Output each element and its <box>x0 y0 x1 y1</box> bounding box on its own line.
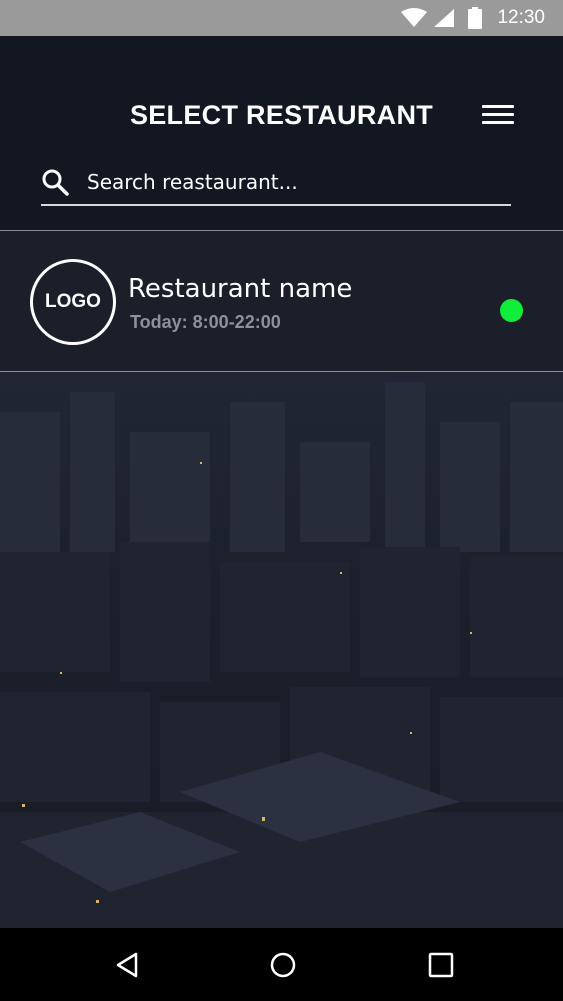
page-title: SELECT RESTAURANT <box>129 100 434 130</box>
navigation-bar <box>0 928 563 1001</box>
battery-icon <box>468 7 482 29</box>
signal-icon <box>434 9 454 27</box>
city-background-image <box>0 372 563 928</box>
hamburger-menu-icon[interactable] <box>482 105 514 127</box>
app-screen: 12:30 SELECT RESTAURANT LOGO Restaurant … <box>0 0 563 1001</box>
restaurant-hours: Today: 8:00-22:00 <box>130 312 281 332</box>
city-skyline-image <box>0 382 563 928</box>
status-bar: 12:30 <box>0 0 563 36</box>
restaurant-logo: LOGO <box>30 259 116 345</box>
restaurant-name: Restaurant name <box>128 274 353 304</box>
back-icon[interactable] <box>112 950 142 980</box>
home-icon[interactable] <box>268 950 298 980</box>
recent-apps-icon[interactable] <box>426 950 456 980</box>
search-bar <box>41 160 511 206</box>
logo-text: LOGO <box>45 291 101 312</box>
status-time: 12:30 <box>497 7 545 28</box>
open-status-indicator <box>500 299 523 322</box>
wifi-icon <box>401 8 427 27</box>
search-icon[interactable] <box>41 168 69 196</box>
restaurant-list-item[interactable]: LOGO Restaurant name Today: 8:00-22:00 <box>0 231 563 371</box>
search-input[interactable] <box>85 164 509 200</box>
header: SELECT RESTAURANT <box>0 36 563 230</box>
